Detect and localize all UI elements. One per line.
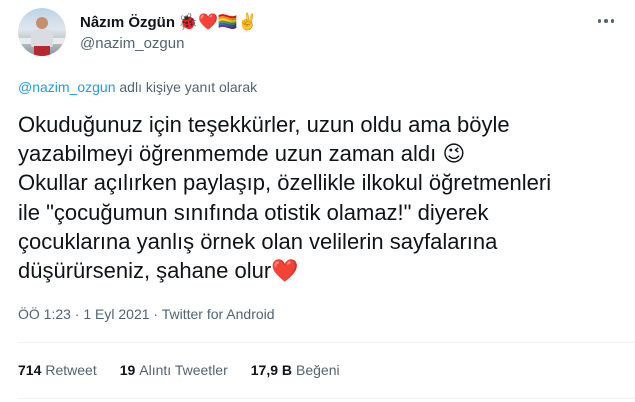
tweet-stats: 714 Retweet 19 Alıntı Tweetler 17,9 B Beğen… [18, 362, 340, 378]
likes-label: Beğeni [296, 362, 340, 378]
retweets-label: Retweet [45, 362, 97, 378]
more-options-icon[interactable] [595, 12, 617, 30]
avatar-figure-head [36, 17, 48, 29]
avatar-figure-body [31, 29, 53, 47]
divider [18, 342, 635, 343]
reply-context-text: adlı kişiye yanıt olarak [115, 79, 258, 95]
author-name-row: Nâzım Özgün 🐞❤️🏳️‍🌈✌️ [80, 11, 258, 33]
divider [18, 398, 635, 399]
author-handle[interactable]: @nazim_ozgun [80, 35, 184, 52]
author-display-name[interactable]: Nâzım Özgün [80, 14, 175, 31]
more-dot [597, 19, 602, 23]
tweet-text: Okuduğunuz için teşekkürler, uzun oldu a… [18, 112, 552, 284]
tweet-meta[interactable]: ÖÖ 1:23 · 1 Eyl 2021 · Twitter for Andro… [18, 306, 275, 322]
reply-context: @nazim_ozgun adlı kişiye yanıt olarak [18, 79, 257, 95]
likes-stat[interactable]: 17,9 B Beğeni [251, 362, 340, 378]
avatar-figure-legs [34, 46, 50, 56]
author-name-emojis: 🐞❤️🏳️‍🌈✌️ [178, 14, 258, 31]
quote-tweets-count: 19 [119, 362, 136, 378]
retweets-count: 714 [18, 362, 42, 378]
quote-tweets-stat[interactable]: 19 Alıntı Tweetler [120, 362, 228, 378]
avatar[interactable] [18, 8, 66, 56]
likes-count: 17,9 B [250, 362, 292, 378]
more-dot [610, 19, 615, 23]
retweets-stat[interactable]: 714 Retweet [18, 362, 97, 378]
more-dot [604, 19, 608, 23]
reply-mention-link[interactable]: @nazim_ozgun [18, 79, 116, 95]
quote-tweets-label: Alıntı Tweetler [139, 362, 228, 378]
